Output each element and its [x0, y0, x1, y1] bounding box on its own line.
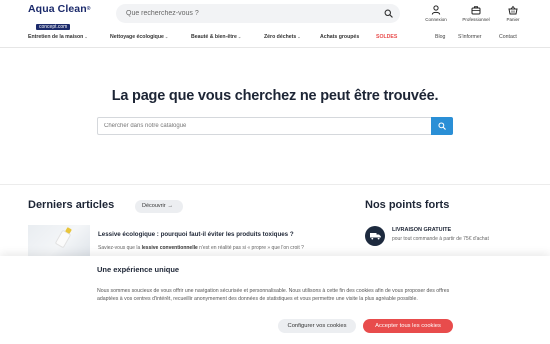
cookie-title: Une expérience unique: [97, 265, 180, 274]
search-input[interactable]: [126, 4, 376, 23]
cart-link[interactable]: Panier: [493, 5, 533, 22]
account-label: Connexion: [425, 17, 447, 22]
search-icon[interactable]: [384, 9, 393, 18]
nav-item-zero-dechets[interactable]: Zéro déchets⌄: [264, 34, 301, 40]
section-divider: [0, 184, 550, 185]
nav-item-nettoyage[interactable]: Nettoyage écologique⌄: [110, 34, 168, 40]
article-title[interactable]: Lessive écologique : pourquoi faut-il év…: [98, 231, 294, 238]
articles-title: Derniers articles: [28, 199, 115, 211]
catalog-search-input[interactable]: [104, 118, 424, 134]
main-nav: Entretien de la maison⌄ Nettoyage écolog…: [0, 28, 550, 48]
site-search: [116, 4, 400, 23]
nav-item-soldes[interactable]: SOLDES: [376, 34, 397, 40]
nav-item-sinformer[interactable]: S'informer: [458, 34, 481, 40]
cookie-banner: Une expérience unique Nous sommes soucie…: [0, 256, 550, 344]
configure-cookies-button[interactable]: Configurer vos cookies: [278, 319, 356, 333]
header: Aqua Clean® concept.com Connexion Prof: [0, 0, 550, 30]
cart-label: Panier: [506, 17, 520, 22]
chevron-down-icon: ⌄: [84, 34, 88, 39]
truck-icon: [365, 226, 385, 246]
search-icon: [438, 122, 446, 130]
article-excerpt: Saviez-vous que la lessive conventionnel…: [98, 245, 304, 251]
free-delivery-title: LIVRAISON GRATUITE: [392, 227, 452, 233]
logo[interactable]: Aqua Clean® concept.com: [28, 3, 98, 30]
nav-item-blog[interactable]: Blog: [435, 34, 445, 40]
basket-icon: [508, 5, 518, 15]
pro-label: Professionnel: [462, 17, 490, 22]
pro-link[interactable]: Professionnel: [456, 5, 496, 22]
logo-name: Aqua Clean®: [28, 3, 91, 15]
accept-cookies-button[interactable]: Accepter tous les cookies: [363, 319, 453, 333]
page: Aqua Clean® concept.com Connexion Prof: [0, 0, 550, 344]
nav-item-contact[interactable]: Contact: [499, 34, 517, 40]
nav-item-beaute[interactable]: Beauté & bien-être⌄: [191, 34, 241, 40]
chevron-down-icon: ⌄: [237, 34, 242, 39]
catalog-search-button[interactable]: [431, 117, 453, 135]
catalog-search: [97, 117, 453, 135]
nav-item-entretien[interactable]: Entretien de la maison⌄: [28, 34, 88, 40]
cookie-text: Nous sommes soucieux de vous offrir une …: [97, 288, 450, 303]
user-icon: [431, 5, 441, 15]
article-thumbnail[interactable]: [28, 225, 90, 257]
free-delivery-text: pour tout commande à partir de 75€ d'ach…: [392, 236, 489, 242]
chevron-down-icon: ⌄: [164, 34, 169, 39]
discover-button[interactable]: Découvrir →: [135, 200, 183, 213]
account-link[interactable]: Connexion: [416, 5, 456, 22]
page-title: La page que vous cherchez ne peut être t…: [111, 88, 439, 104]
arrow-right-icon: →: [167, 203, 174, 209]
briefcase-icon: [471, 6, 481, 15]
nav-item-achats-groupes[interactable]: Achats groupés: [320, 34, 359, 40]
chevron-down-icon: ⌄: [297, 34, 301, 39]
strengths-title: Nos points forts: [365, 199, 450, 211]
